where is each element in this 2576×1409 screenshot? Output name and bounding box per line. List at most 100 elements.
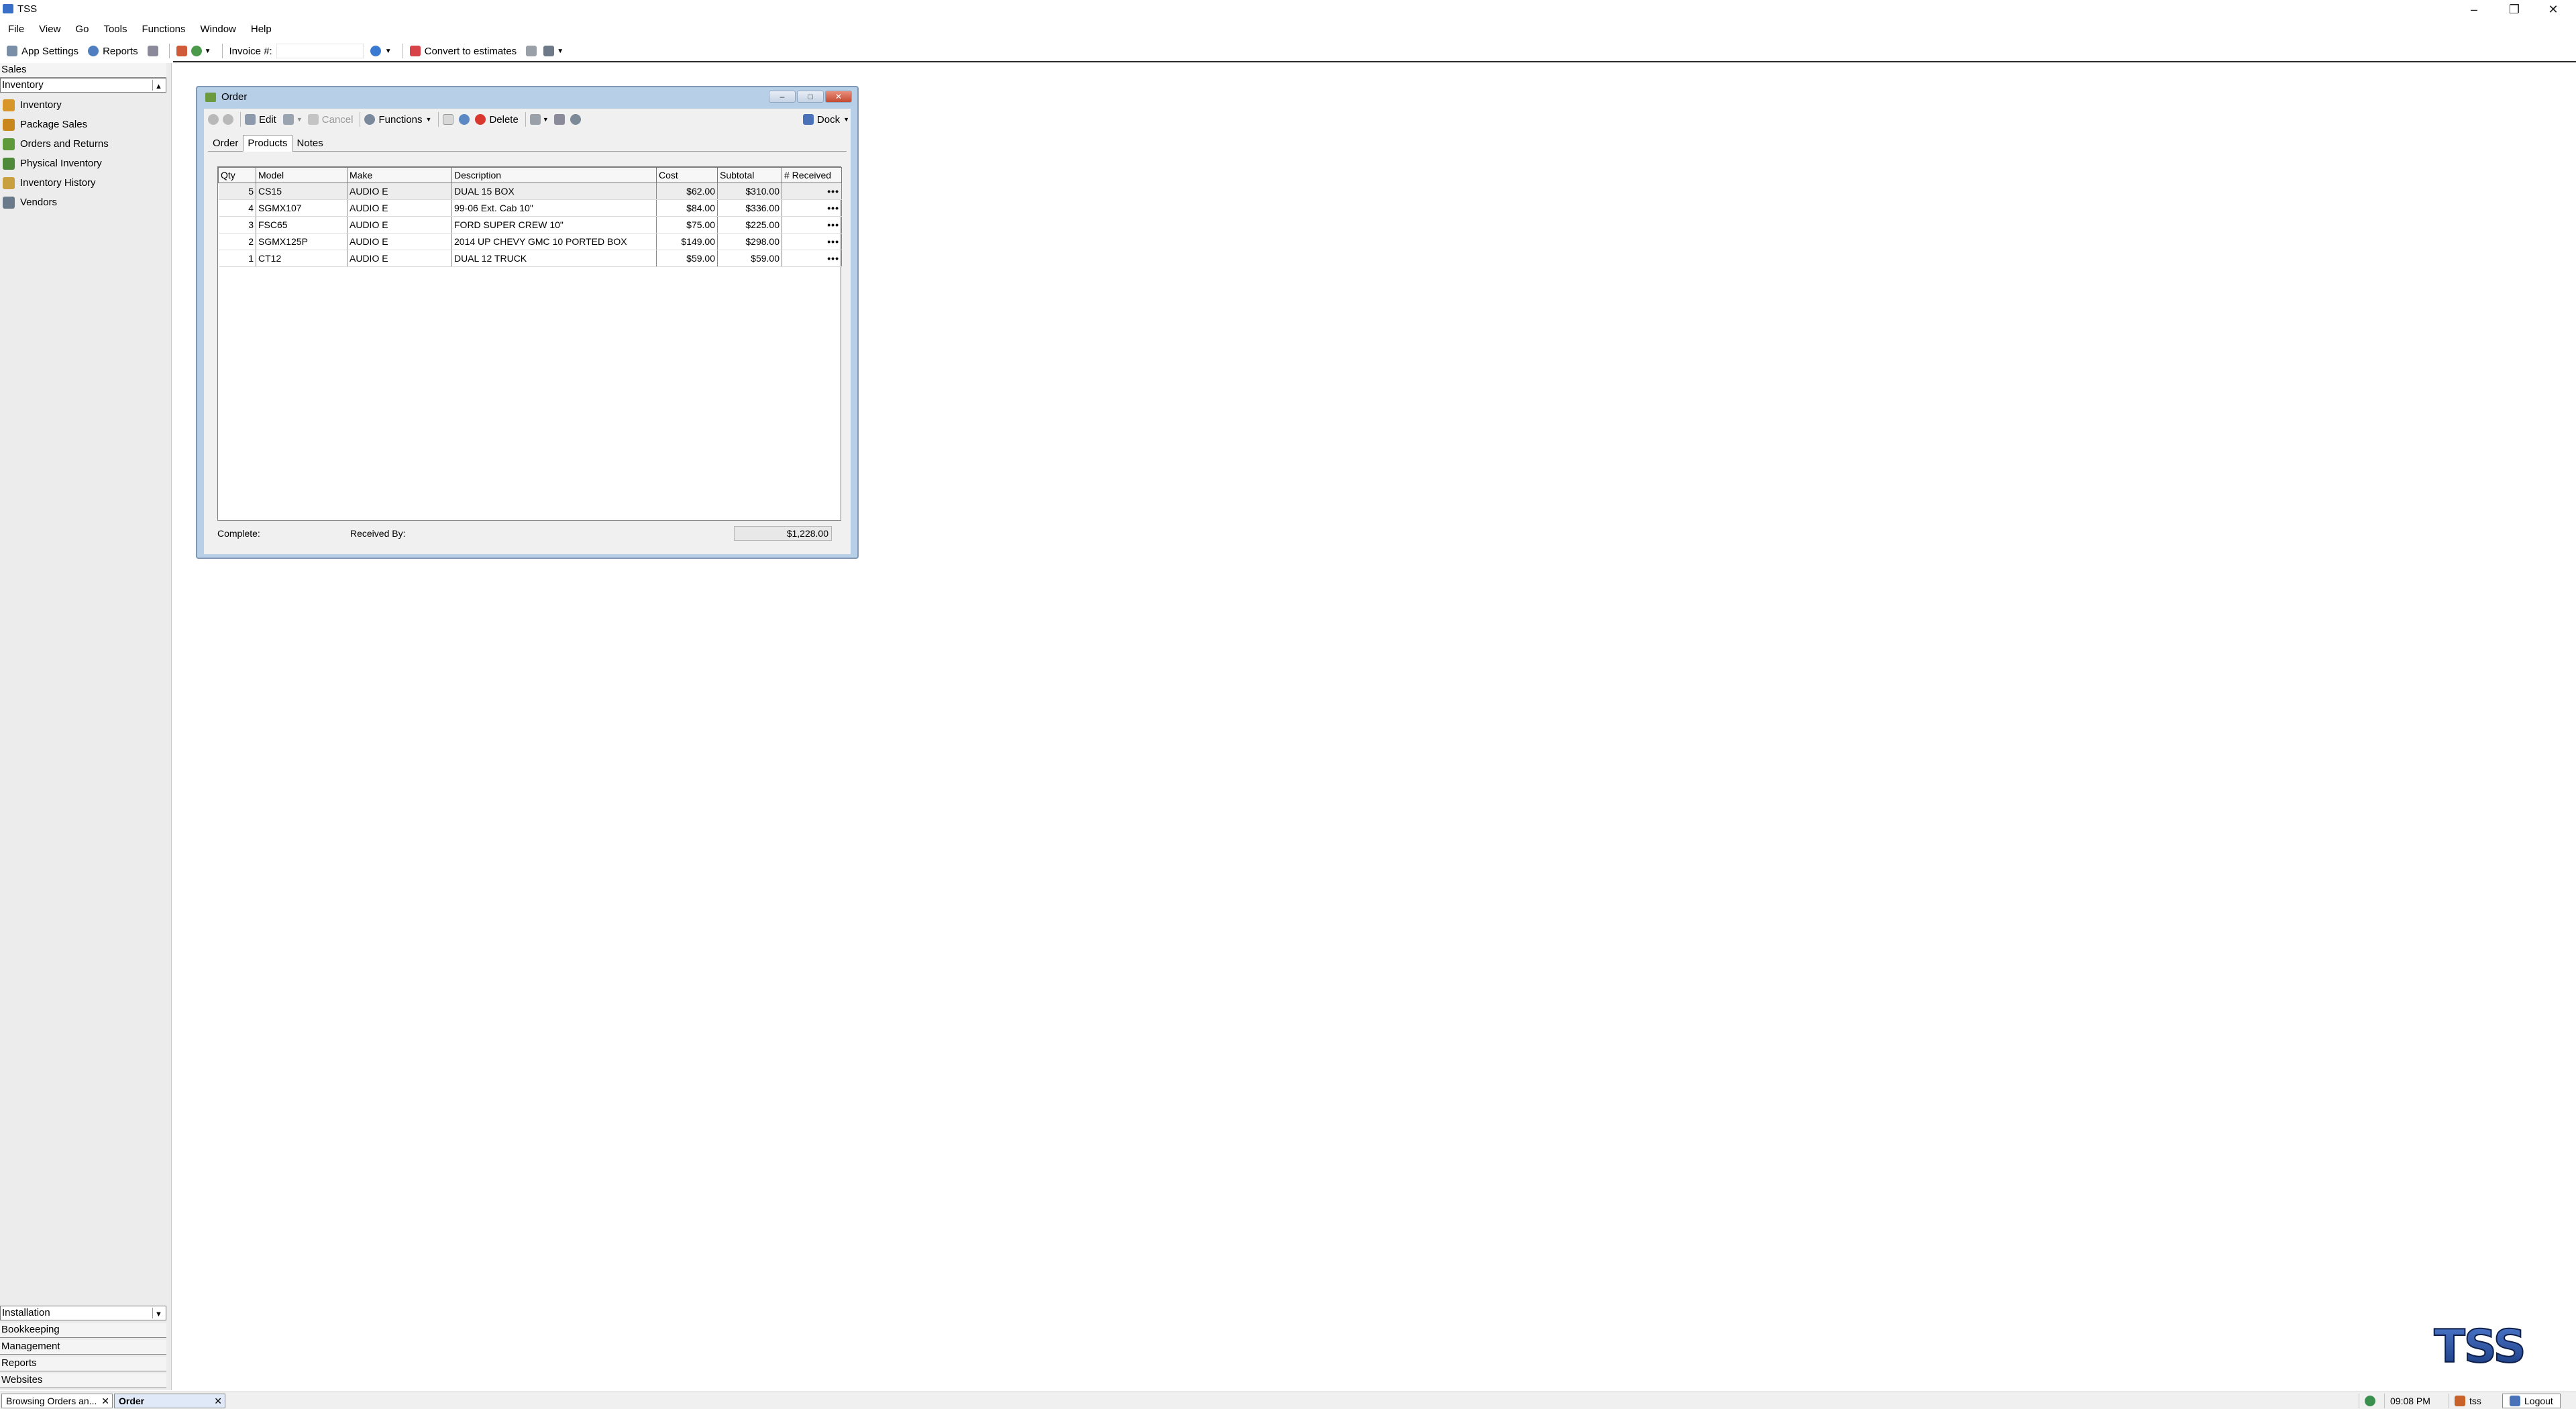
web-icon[interactable] bbox=[191, 46, 202, 56]
sidebar-section-websites[interactable]: Websites bbox=[0, 1373, 166, 1388]
sidebar-section-sales[interactable]: Sales bbox=[0, 63, 166, 78]
close-tab-icon[interactable]: ✕ bbox=[101, 1396, 109, 1407]
received-ellipsis-button[interactable]: ••• bbox=[782, 250, 842, 267]
column-header-subtotal[interactable]: Subtotal bbox=[717, 167, 782, 183]
sidebar-section-installation[interactable]: Installation ▼ bbox=[0, 1306, 166, 1320]
sidebar-item-vendors[interactable]: Vendors bbox=[0, 193, 171, 212]
sidebar-item-physical-inventory[interactable]: Physical Inventory bbox=[0, 154, 171, 173]
logout-button[interactable]: Logout bbox=[2502, 1394, 2561, 1408]
received-ellipsis-button[interactable]: ••• bbox=[782, 182, 842, 200]
reports-icon bbox=[88, 46, 99, 56]
app-icon bbox=[3, 4, 13, 13]
refresh-icon[interactable] bbox=[459, 114, 470, 125]
dropdown-arrow-icon[interactable]: ▼ bbox=[557, 48, 564, 55]
table-row[interactable]: 5 CS15 AUDIO E DUAL 15 BOX $62.00 $310.0… bbox=[218, 182, 842, 200]
toolbar-separator bbox=[402, 44, 403, 58]
app-settings-button[interactable]: App Settings bbox=[7, 46, 78, 57]
dock-button[interactable]: Dock ▼ bbox=[802, 113, 849, 125]
sidebar-item-inventory-history[interactable]: Inventory History bbox=[0, 173, 171, 193]
functions-icon bbox=[364, 114, 376, 125]
edit-button[interactable]: Edit bbox=[245, 114, 276, 125]
sidebar-item-orders-and-returns[interactable]: Orders and Returns bbox=[0, 134, 171, 154]
table-row[interactable]: 3 FSC65 AUDIO E FORD SUPER CREW 10" $75.… bbox=[218, 216, 842, 233]
dropdown-arrow-icon[interactable]: ▼ bbox=[543, 116, 549, 123]
dropdown-arrow-icon[interactable]: ▼ bbox=[385, 48, 392, 55]
order-maximize-button[interactable]: □ bbox=[797, 91, 824, 103]
print-icon[interactable] bbox=[529, 114, 541, 125]
sidebar-item-package-sales[interactable]: Package Sales bbox=[0, 115, 171, 134]
tools-icon[interactable] bbox=[543, 46, 555, 56]
menu-help[interactable]: Help bbox=[250, 22, 277, 36]
cancel-button[interactable]: Cancel bbox=[307, 114, 353, 125]
sidebar-item-inventory[interactable]: Inventory bbox=[0, 95, 171, 115]
menu-tools[interactable]: Tools bbox=[102, 22, 132, 36]
menu-bar: File View Go Tools Functions Window Help bbox=[0, 20, 2576, 38]
cell-model: SGMX125P bbox=[256, 233, 347, 250]
table-header-row: Qty Model Make Description Cost Subtotal… bbox=[218, 167, 842, 183]
received-ellipsis-button[interactable]: ••• bbox=[782, 233, 842, 250]
go-icon[interactable] bbox=[370, 46, 381, 56]
tab-notes[interactable]: Notes bbox=[292, 135, 328, 152]
sidebar-section-label: Inventory bbox=[2, 79, 44, 91]
sidebar-section-inventory[interactable]: Inventory ▲ bbox=[0, 78, 166, 93]
close-button[interactable]: ✕ bbox=[2534, 0, 2572, 19]
edit-icon bbox=[245, 114, 256, 125]
reports-button[interactable]: Reports bbox=[88, 46, 138, 57]
sidebar-section-bookkeeping[interactable]: Bookkeeping bbox=[0, 1323, 166, 1338]
previous-icon[interactable] bbox=[208, 114, 219, 125]
menu-view[interactable]: View bbox=[38, 22, 66, 36]
delete-button[interactable]: Delete bbox=[475, 114, 519, 125]
tab-products[interactable]: Products bbox=[243, 135, 292, 152]
help-icon[interactable] bbox=[147, 46, 158, 56]
menu-go[interactable]: Go bbox=[74, 22, 94, 36]
cell-model: SGMX107 bbox=[256, 199, 347, 217]
maximize-button[interactable]: ❐ bbox=[2496, 0, 2533, 19]
cell-description: FORD SUPER CREW 10" bbox=[451, 216, 657, 233]
received-ellipsis-button[interactable]: ••• bbox=[782, 199, 842, 217]
sidebar-item-label: Orders and Returns bbox=[20, 138, 109, 150]
functions-button[interactable]: Functions ▼ bbox=[364, 114, 431, 125]
next-icon[interactable] bbox=[223, 114, 233, 125]
tab-order[interactable]: Order bbox=[208, 135, 243, 152]
menu-file[interactable]: File bbox=[7, 22, 30, 36]
column-header-make[interactable]: Make bbox=[347, 167, 452, 183]
order-minimize-button[interactable]: – bbox=[769, 91, 796, 103]
info-icon[interactable] bbox=[570, 114, 581, 125]
dropdown-arrow-icon[interactable]: ▼ bbox=[297, 116, 303, 123]
column-header-qty[interactable]: Qty bbox=[218, 167, 256, 183]
help-icon[interactable] bbox=[553, 114, 565, 125]
table-row[interactable]: 4 SGMX107 AUDIO E 99-06 Ext. Cab 10" $84… bbox=[218, 199, 842, 217]
menu-functions[interactable]: Functions bbox=[140, 22, 191, 36]
menu-window[interactable]: Window bbox=[199, 22, 241, 36]
convert-to-estimates-button[interactable]: Convert to estimates bbox=[409, 46, 517, 57]
column-header-model[interactable]: Model bbox=[256, 167, 347, 183]
order-close-button[interactable]: ✕ bbox=[825, 91, 852, 103]
received-ellipsis-button[interactable]: ••• bbox=[782, 216, 842, 233]
expand-down-icon[interactable]: ▼ bbox=[152, 1308, 164, 1318]
dock-label: Dock bbox=[816, 113, 841, 125]
column-header-received[interactable]: # Received bbox=[782, 167, 842, 183]
print-icon[interactable] bbox=[526, 46, 537, 56]
sidebar-section-management[interactable]: Management bbox=[0, 1340, 166, 1355]
doc-tab-browsing-orders[interactable]: Browsing Orders an... ✕ bbox=[1, 1394, 113, 1408]
close-tab-icon[interactable]: ✕ bbox=[214, 1396, 222, 1407]
toolbar-separator bbox=[438, 112, 439, 127]
sidebar-section-reports[interactable]: Reports bbox=[0, 1357, 166, 1371]
collapse-up-icon[interactable]: ▲ bbox=[152, 80, 164, 91]
cell-subtotal: $336.00 bbox=[717, 199, 782, 217]
minimize-button[interactable]: – bbox=[2455, 0, 2493, 19]
new-icon[interactable] bbox=[443, 114, 454, 125]
toolbar-divider bbox=[173, 61, 2576, 62]
package-icon bbox=[3, 118, 15, 131]
dropdown-arrow-icon[interactable]: ▼ bbox=[205, 48, 211, 55]
column-header-cost[interactable]: Cost bbox=[656, 167, 718, 183]
current-user: tss bbox=[2449, 1394, 2487, 1408]
save-icon[interactable] bbox=[282, 114, 294, 125]
table-row[interactable]: 2 SGMX125P AUDIO E 2014 UP CHEVY GMC 10 … bbox=[218, 233, 842, 250]
doc-tab-order[interactable]: Order ✕ bbox=[114, 1394, 225, 1408]
column-header-description[interactable]: Description bbox=[451, 167, 657, 183]
invoice-input[interactable] bbox=[276, 44, 364, 58]
order-window-titlebar[interactable]: Order – □ ✕ bbox=[197, 87, 857, 106]
back-icon[interactable] bbox=[176, 46, 187, 56]
table-row[interactable]: 1 CT12 AUDIO E DUAL 12 TRUCK $59.00 $59.… bbox=[218, 250, 842, 267]
